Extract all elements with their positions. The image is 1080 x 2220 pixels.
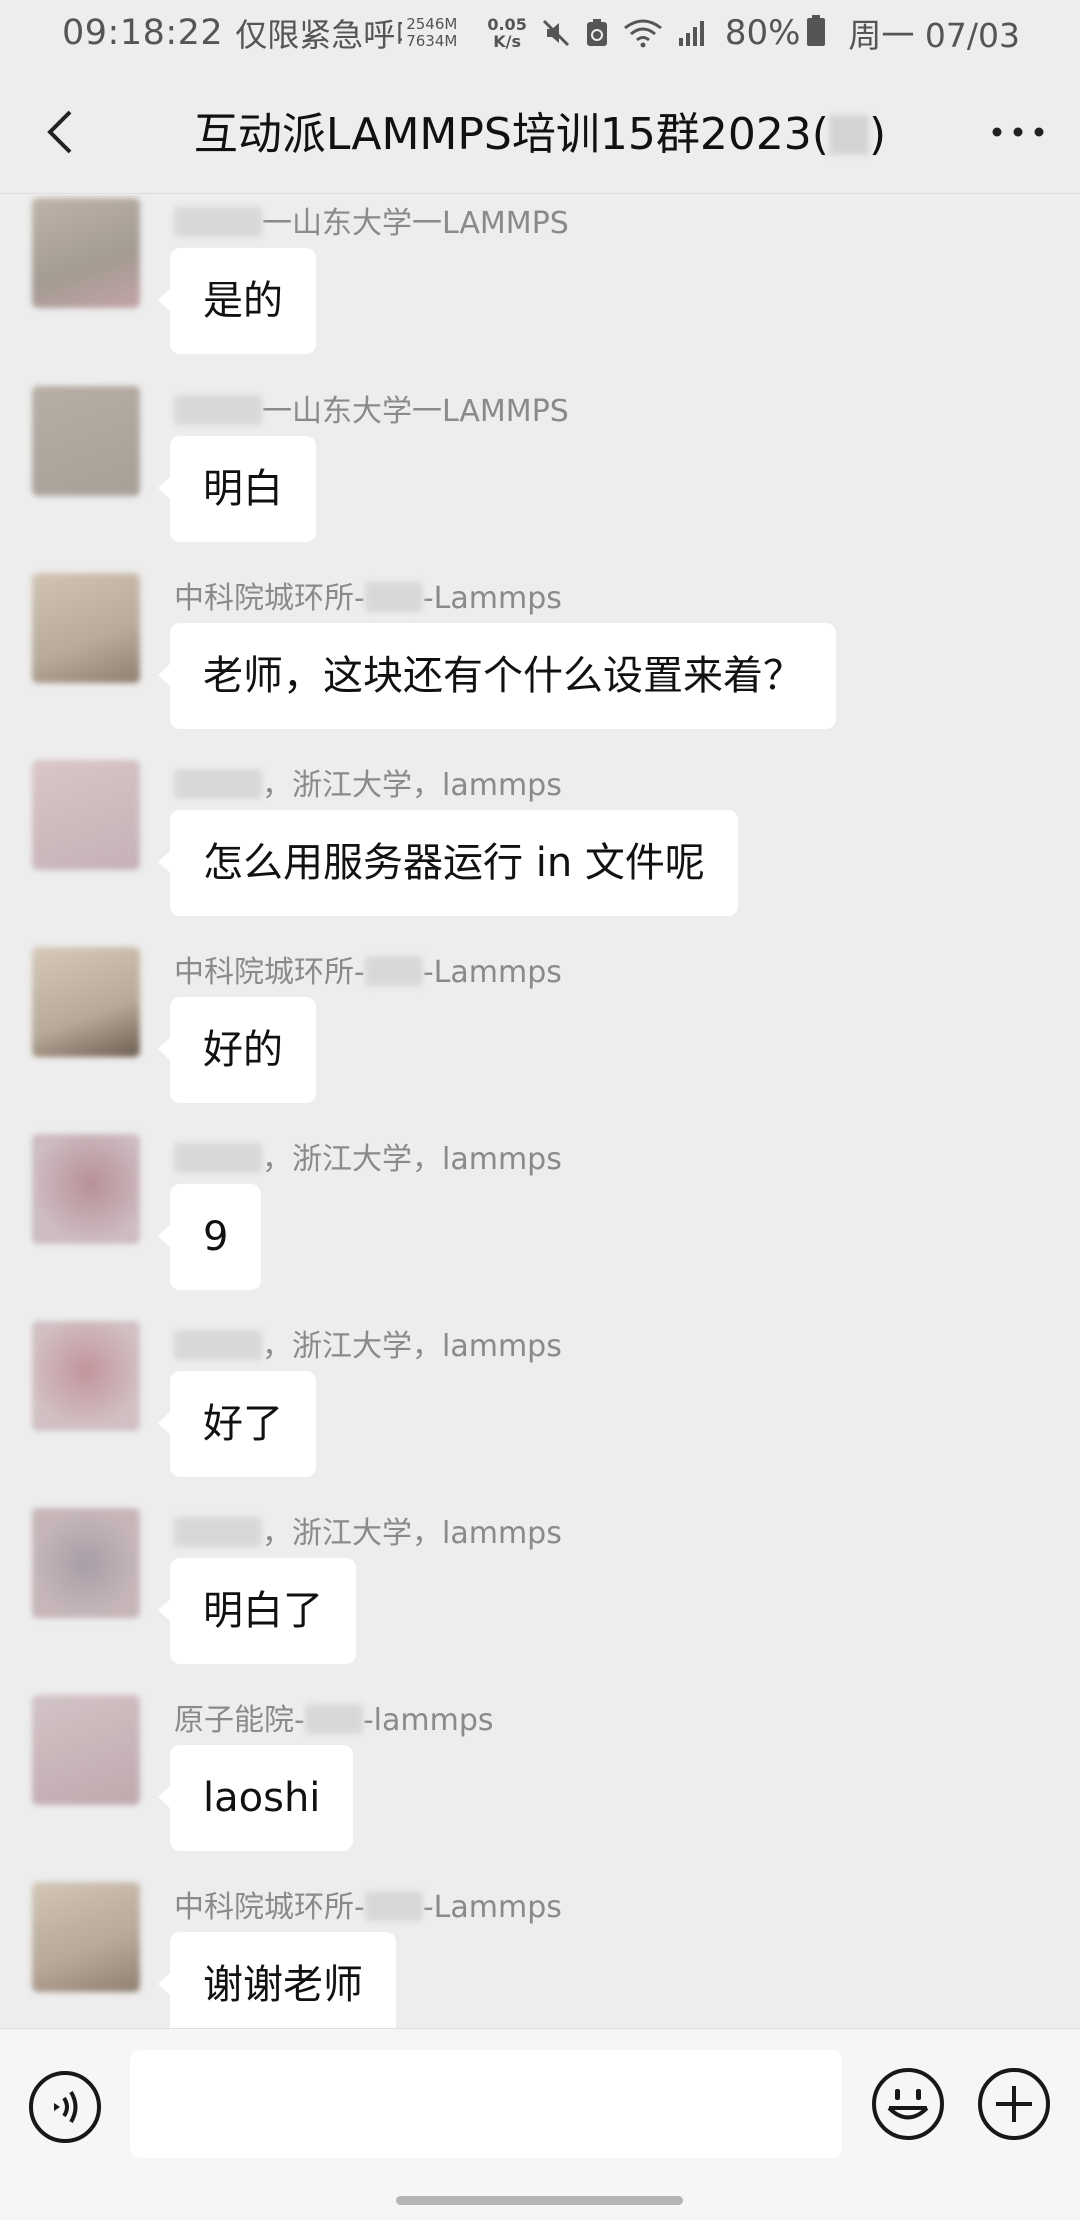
chat-title: 互动派LAMMPS培训15群2023()	[120, 98, 960, 162]
emoji-button[interactable]	[869, 2065, 947, 2143]
message-bubble[interactable]: laoshi	[157, 1745, 354, 1851]
redacted-name	[174, 1330, 262, 1360]
avatar[interactable]	[32, 947, 140, 1057]
voice-icon	[29, 2071, 101, 2143]
sender-name: 中科院城环所- -Lammps	[174, 955, 562, 990]
status-time: 09:18:22	[62, 13, 224, 53]
chat-title-text: 互动派LAMMPS培训15群2023(	[193, 109, 829, 160]
chat-title-redacted	[828, 115, 869, 155]
sender-name: 中科院城环所- -Lammps	[174, 1890, 562, 1925]
recycle-icon	[585, 18, 609, 48]
redacted-name	[364, 956, 423, 986]
redacted-name	[174, 1143, 262, 1173]
avatar[interactable]	[32, 1882, 140, 1992]
sender-name: ，浙江大学，lammps	[174, 1508, 562, 1552]
signal-icon	[677, 18, 707, 48]
redacted-name	[364, 1891, 423, 1921]
message-bubble[interactable]: 9	[157, 1184, 262, 1290]
message-bubble[interactable]: 老师，这块还有个什么设置来着？	[158, 623, 836, 729]
emoji-icon	[872, 2068, 944, 2140]
chat-title-end: )	[868, 109, 887, 160]
redacted-name	[174, 395, 262, 425]
back-button[interactable]	[30, 102, 90, 162]
status-speed-unit: K/s	[493, 32, 521, 51]
status-date: 周一 07/03	[848, 16, 1020, 55]
message-input[interactable]	[130, 2050, 842, 2158]
status-memory-used: 2546M	[406, 15, 458, 33]
sender-name: ，浙江大学，lammps	[174, 760, 562, 804]
home-indicator[interactable]	[396, 2196, 683, 2205]
avatar[interactable]	[32, 198, 140, 308]
sender-name: 原子能院- -lammps	[174, 1703, 494, 1738]
more-functions-button[interactable]	[975, 2065, 1053, 2143]
avatar[interactable]	[32, 573, 140, 683]
status-memory: 2546M 7634M	[406, 16, 457, 50]
sender-name: 一山东大学一LAMMPS	[174, 198, 569, 242]
status-battery-percent: 80%	[724, 13, 801, 53]
battery-icon	[806, 15, 826, 51]
chevron-left-icon	[47, 110, 72, 154]
sender-name: 中科院城环所- -Lammps	[174, 581, 562, 616]
chat-header: 互动派LAMMPS培训15群2023()	[0, 66, 1080, 194]
redacted-name	[304, 1704, 363, 1734]
sender-name: ，浙江大学，lammps	[174, 1134, 562, 1178]
redacted-name	[174, 1517, 262, 1547]
redacted-name	[174, 769, 262, 799]
message-bubble[interactable]: 怎么用服务器运行 in 文件呢	[158, 810, 738, 916]
plus-icon	[978, 2068, 1050, 2140]
avatar[interactable]	[32, 1134, 140, 1244]
message-bubble[interactable]: 是的	[158, 248, 316, 354]
voice-button[interactable]	[27, 2069, 103, 2145]
more-dots-icon	[992, 127, 1044, 137]
chat-message-list[interactable]: 一山东大学一LAMMPS 是的 一山东大学一LAMMPS 明白 中科院城环所- -…	[0, 195, 1080, 2028]
avatar[interactable]	[32, 1508, 140, 1618]
redacted-name	[364, 582, 423, 612]
avatar[interactable]	[32, 386, 140, 496]
sender-name: ，浙江大学，lammps	[174, 1321, 562, 1365]
wifi-icon	[623, 18, 663, 48]
mute-icon	[541, 18, 571, 48]
status-emergency-text: 仅限紧急呼叫	[235, 16, 402, 54]
message-bubble[interactable]: 谢谢老师	[158, 1932, 396, 2028]
status-memory-total: 7634M	[406, 32, 458, 50]
status-speed-value: 0.05	[487, 15, 527, 34]
avatar[interactable]	[32, 1321, 140, 1431]
message-bubble[interactable]: 明白了	[158, 1558, 356, 1664]
status-bar: 09:18:22 仅限紧急呼叫 2546M 7634M 0.05 K/s	[0, 0, 1080, 66]
message-bubble[interactable]: 好了	[158, 1371, 316, 1477]
input-bar	[0, 2028, 1080, 2220]
avatar[interactable]	[32, 760, 140, 870]
status-network-speed: 0.05 K/s	[487, 16, 526, 50]
message-bubble[interactable]: 明白	[158, 436, 316, 542]
sender-name: 一山东大学一LAMMPS	[174, 386, 569, 430]
more-options-button[interactable]	[982, 102, 1054, 162]
redacted-name	[174, 207, 262, 237]
avatar[interactable]	[32, 1695, 140, 1805]
message-bubble[interactable]: 好的	[158, 997, 316, 1103]
